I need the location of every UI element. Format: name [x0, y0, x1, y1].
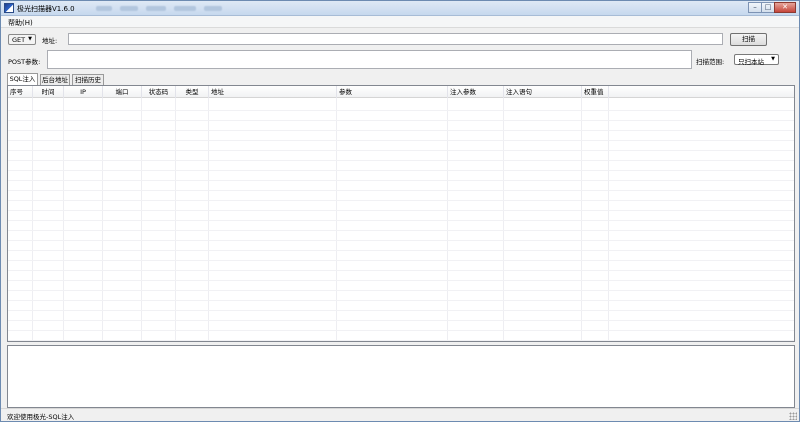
grid-row-line [8, 260, 794, 261]
resize-grip-icon[interactable] [789, 412, 797, 420]
scan-scope-value: 只扫本站 [738, 58, 764, 66]
grid-row-line [8, 300, 794, 301]
col-type-header[interactable]: 类型 [176, 86, 209, 98]
grid-row-line [8, 270, 794, 271]
grid-row-line [8, 110, 794, 111]
post-params-label: POST参数: [8, 58, 41, 66]
col-injection-param-header[interactable]: 注入参数 [448, 86, 504, 98]
col-params-header[interactable]: 参数 [337, 86, 448, 98]
menu-bar: 帮助(H) [1, 16, 799, 28]
grid-row-line [8, 240, 794, 241]
scan-scope-select[interactable]: 只扫本站 ▼ [734, 54, 779, 66]
url-label: 地址: [42, 37, 58, 45]
grid-row-line [8, 200, 794, 201]
grid-row-line [8, 340, 794, 341]
col-ip-header[interactable]: IP [64, 86, 103, 98]
window-controls: – □ ✕ [748, 2, 796, 13]
scan-button[interactable]: 扫描 [730, 33, 767, 46]
grid-row-line [8, 210, 794, 211]
status-text: 欢迎使用极光-SQL注入 [7, 413, 75, 421]
log-output-panel[interactable] [7, 345, 795, 408]
url-input[interactable] [68, 33, 723, 45]
chevron-down-icon: ▼ [771, 56, 775, 62]
grid-row-line [8, 220, 794, 221]
col-injection-statement-header[interactable]: 注入语句 [504, 86, 582, 98]
grid-row-line [8, 190, 794, 191]
app-logo-icon [4, 3, 14, 13]
col-time-header[interactable]: 时间 [33, 86, 64, 98]
grid-row-line [8, 180, 794, 181]
close-button[interactable]: ✕ [774, 2, 796, 13]
col-index-header[interactable]: 序号 [8, 86, 33, 98]
grid-row-line [8, 170, 794, 171]
minimize-button[interactable]: – [748, 2, 762, 13]
menu-help[interactable]: 帮助(H) [8, 18, 33, 28]
grid-row-line [8, 290, 794, 291]
tab-scan-history[interactable]: 扫描历史 [72, 74, 104, 85]
title-bar-blurred-area [96, 6, 246, 11]
results-table[interactable]: 序号 时间 IP 端口 状态码 类型 地址 参数 注入参数 注入语句 权重值 [7, 85, 795, 342]
title-bar: 极光扫描器V1.6.0 – □ ✕ [1, 1, 799, 16]
tab-admin-address[interactable]: 后台地址 [40, 74, 70, 85]
grid-row-line [8, 250, 794, 251]
method-select[interactable]: GET ▼ [8, 34, 36, 45]
post-params-input[interactable] [47, 50, 692, 69]
grid-row-line [8, 150, 794, 151]
grid-row-line [8, 280, 794, 281]
grid-row-line [8, 310, 794, 311]
grid-row-line [8, 120, 794, 121]
results-table-header: 序号 时间 IP 端口 状态码 类型 地址 参数 注入参数 注入语句 权重值 [8, 86, 794, 98]
col-weight-header[interactable]: 权重值 [582, 86, 609, 98]
maximize-button[interactable]: □ [761, 2, 775, 13]
col-address-header[interactable]: 地址 [209, 86, 337, 98]
method-select-value: GET [12, 36, 26, 44]
grid-row-line [8, 160, 794, 161]
chevron-down-icon: ▼ [28, 36, 32, 42]
scan-scope-label: 扫描范围: [696, 58, 725, 66]
grid-row-line [8, 140, 794, 141]
status-bar: 欢迎使用极光-SQL注入 [1, 408, 799, 421]
app-window: 极光扫描器V1.6.0 – □ ✕ 帮助(H) GET ▼ 地址: 扫描 POS… [0, 0, 800, 422]
col-status-code-header[interactable]: 状态码 [142, 86, 176, 98]
grid-row-line [8, 130, 794, 131]
col-port-header[interactable]: 端口 [103, 86, 142, 98]
tab-sql-injection[interactable]: SQL注入 [7, 73, 38, 85]
grid-row-line [8, 320, 794, 321]
grid-row-line [8, 330, 794, 331]
window-title: 极光扫描器V1.6.0 [17, 5, 75, 13]
grid-row-line [8, 230, 794, 231]
